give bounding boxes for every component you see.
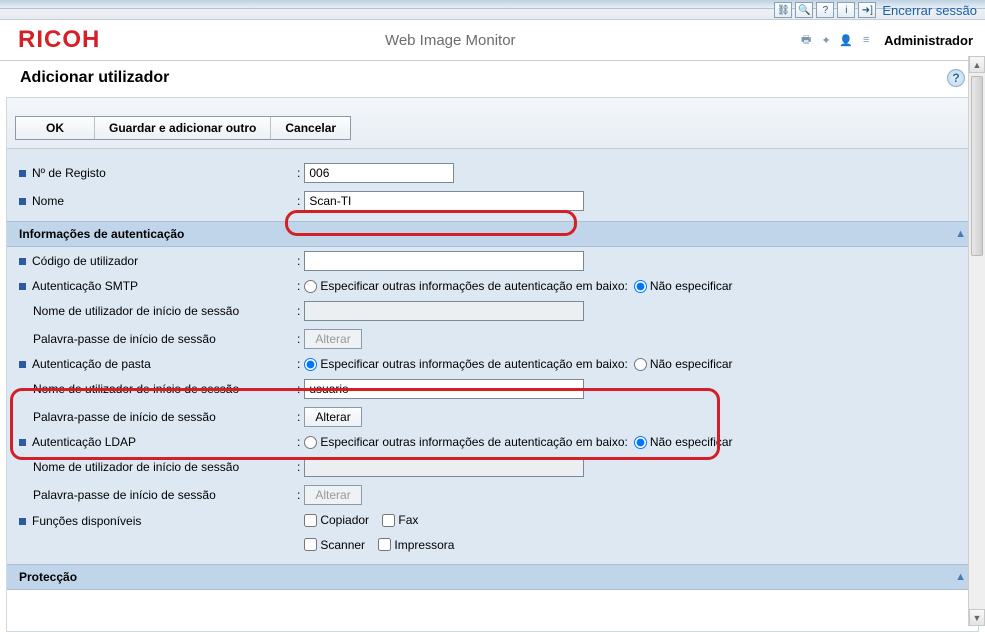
help-question-icon[interactable]: ? xyxy=(816,2,834,18)
page-title: Adicionar utilizador xyxy=(20,69,169,87)
topbar: ⛓ 🔍 ? i ➜] Encerrar sessão xyxy=(0,0,985,20)
content-area: OK Guardar e adicionar outro Cancelar Nº… xyxy=(6,97,979,632)
ldap-username-input xyxy=(304,457,584,477)
user-role: Administrador xyxy=(884,33,973,48)
available-functions-label: Funções disponíveis xyxy=(32,514,141,528)
scroll-down-arrow-icon[interactable]: ▼ xyxy=(969,609,985,626)
protection-section-title: Protecção xyxy=(19,570,77,584)
scroll-up-arrow-icon[interactable]: ▲ xyxy=(969,56,985,73)
header-status: 🖶 ✦ 👤 ≡ Administrador xyxy=(800,33,973,48)
ldap-auth-label: Autenticação LDAP xyxy=(32,435,136,449)
user-code-input[interactable] xyxy=(304,251,584,271)
logout-icon[interactable]: ➜] xyxy=(858,2,876,18)
status-user-icon: 👤 xyxy=(840,34,852,46)
scroll-thumb[interactable] xyxy=(971,76,983,256)
ok-button[interactable]: OK xyxy=(16,117,95,139)
collapse-up-icon[interactable]: ▲ xyxy=(955,228,966,240)
collapse-up-icon[interactable]: ▲ xyxy=(955,571,966,583)
header: RICOH Web Image Monitor 🖶 ✦ 👤 ≡ Administ… xyxy=(0,20,985,61)
page-title-bar: Adicionar utilizador ? xyxy=(0,61,985,97)
smtp-change-password-button: Alterar xyxy=(304,329,361,349)
smtp-username-input xyxy=(304,301,584,321)
search-icon[interactable]: 🔍 xyxy=(795,2,813,18)
folder-password-label: Palavra-passe de início de sessão xyxy=(33,410,216,424)
smtp-specify-radio[interactable]: Especificar outras informações de autent… xyxy=(304,279,628,293)
folder-specify-radio[interactable]: Especificar outras informações de autent… xyxy=(304,357,628,371)
info-icon[interactable]: i xyxy=(837,2,855,18)
folder-username-label: Nome de utilizador de início de sessão xyxy=(33,382,239,396)
smtp-password-label: Palavra-passe de início de sessão xyxy=(33,332,216,346)
func-scanner-checkbox[interactable]: Scanner xyxy=(304,538,365,552)
save-add-another-button[interactable]: Guardar e adicionar outro xyxy=(95,117,271,139)
reg-no-input[interactable] xyxy=(304,163,454,183)
logo: RICOH xyxy=(18,26,100,54)
logout-link[interactable]: Encerrar sessão xyxy=(882,3,977,18)
folder-notspecify-radio[interactable]: Não especificar xyxy=(634,357,733,371)
ldap-username-label: Nome de utilizador de início de sessão xyxy=(33,460,239,474)
func-fax-checkbox[interactable]: Fax xyxy=(382,513,418,527)
user-code-label: Código de utilizador xyxy=(32,254,138,268)
vertical-scrollbar[interactable]: ▲ ▼ xyxy=(968,56,985,626)
ldap-specify-radio[interactable]: Especificar outras informações de autent… xyxy=(304,435,628,449)
app-subtitle: Web Image Monitor xyxy=(100,32,800,49)
ldap-password-label: Palavra-passe de início de sessão xyxy=(33,488,216,502)
action-bar: OK Guardar e adicionar outro Cancelar xyxy=(7,98,978,149)
name-input[interactable] xyxy=(304,191,584,211)
reg-no-label: Nº de Registo xyxy=(32,166,106,180)
auth-section-header[interactable]: Informações de autenticação ▲ xyxy=(7,221,978,247)
ldap-notspecify-radio[interactable]: Não especificar xyxy=(634,435,733,449)
ldap-change-password-button: Alterar xyxy=(304,485,361,505)
cancel-button[interactable]: Cancelar xyxy=(271,117,350,139)
smtp-auth-label: Autenticação SMTP xyxy=(32,279,138,293)
folder-auth-label: Autenticação de pasta xyxy=(32,357,151,371)
help-icon[interactable]: ? xyxy=(947,69,965,87)
action-button-group: OK Guardar e adicionar outro Cancelar xyxy=(15,116,351,140)
func-copier-checkbox[interactable]: Copiador xyxy=(304,513,369,527)
status-network-icon: ✦ xyxy=(820,34,832,46)
folder-change-password-button[interactable]: Alterar xyxy=(304,407,361,427)
smtp-username-label: Nome de utilizador de início de sessão xyxy=(33,304,239,318)
form-area: Nº de Registo : Nome : Informações de au… xyxy=(7,149,978,590)
func-printer-checkbox[interactable]: Impressora xyxy=(378,538,454,552)
smtp-notspecify-radio[interactable]: Não especificar xyxy=(634,279,733,293)
status-printer-icon: 🖶 xyxy=(800,34,812,46)
name-label: Nome xyxy=(32,194,64,208)
auth-section-title: Informações de autenticação xyxy=(19,227,184,241)
folder-username-input[interactable] xyxy=(304,379,584,399)
topbar-icons: ⛓ 🔍 ? i ➜] Encerrar sessão xyxy=(774,2,977,18)
link-icon[interactable]: ⛓ xyxy=(774,2,792,18)
protection-section-header[interactable]: Protecção ▲ xyxy=(7,564,978,590)
status-list-icon: ≡ xyxy=(860,34,872,46)
